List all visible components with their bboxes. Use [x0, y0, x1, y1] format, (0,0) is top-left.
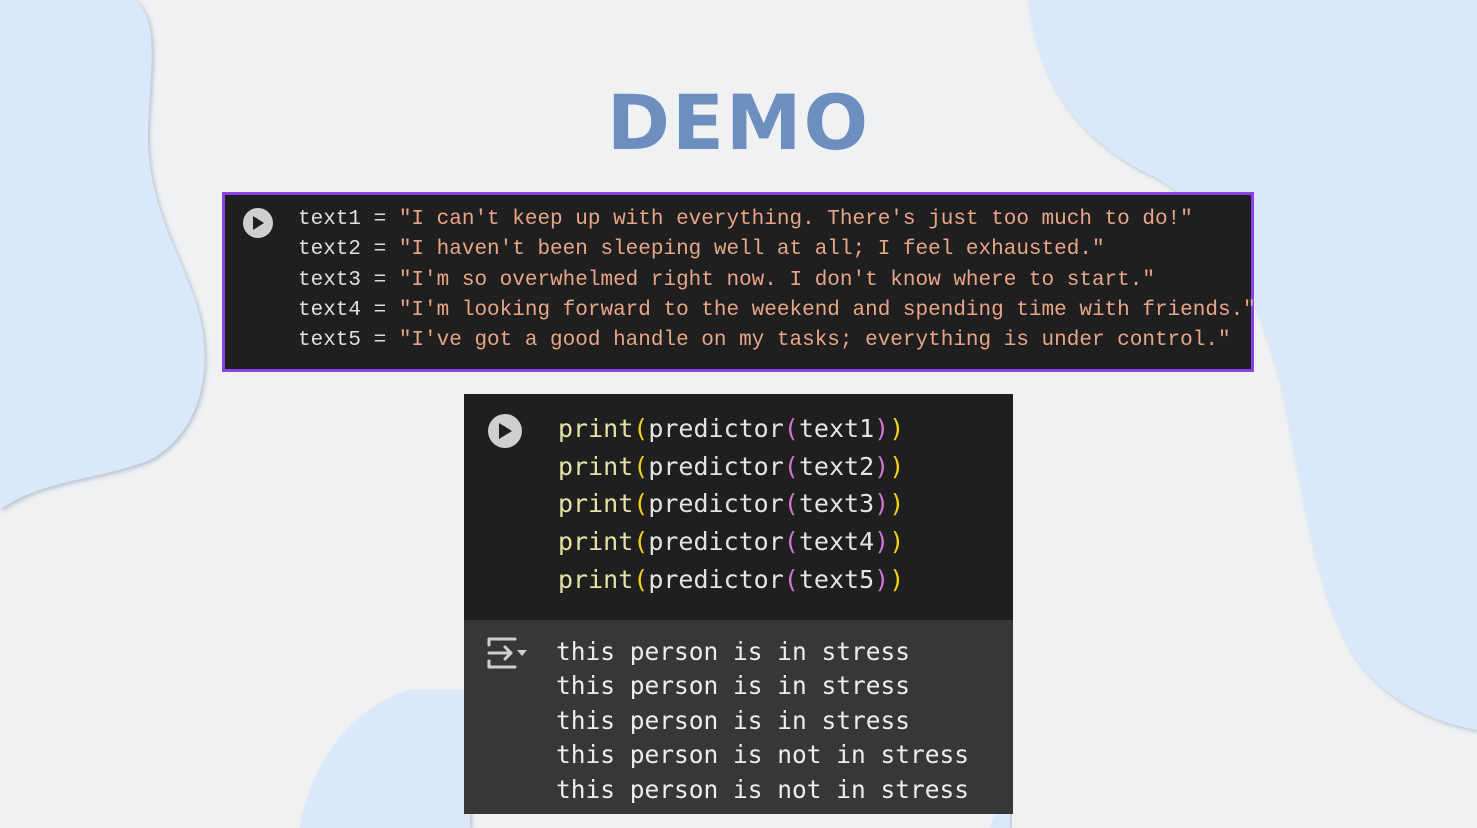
code-line: text5 = "I've got a good handle on my ta… [298, 329, 1231, 353]
input-code[interactable]: text1 = "I can't keep up with everything… [298, 205, 1256, 356]
code-line: print(predictor(text1)) [558, 414, 905, 443]
code-line: print(predictor(text5)) [558, 564, 905, 594]
output-line: this person is in stress [556, 671, 911, 701]
predict-code-cell[interactable]: print(predictor(text1)) print(predictor(t… [464, 394, 1013, 814]
predict-code[interactable]: print(predictor(text1)) print(predictor(t… [558, 410, 904, 599]
play-circle-icon[interactable] [243, 208, 273, 238]
output-line: this person is not in stress [556, 740, 970, 770]
left-blob [0, 0, 205, 510]
output-text: this person is in stress this person is i… [556, 635, 969, 807]
code-line: text3 = "I'm so overwhelmed right now. I… [298, 268, 1155, 292]
output-line: this person is in stress [556, 637, 911, 666]
cell-output: this person is in stress this person is i… [464, 620, 1013, 814]
output-line: this person is in stress [556, 705, 911, 735]
code-line: text1 = "I can't keep up with everything… [298, 208, 1193, 231]
output-toggle-icon[interactable] [486, 635, 530, 676]
code-line: print(predictor(text3)) [558, 489, 905, 519]
output-line: this person is not in stress [556, 774, 970, 804]
slide-title: DEMO [606, 78, 871, 167]
code-line: print(predictor(text2)) [558, 451, 905, 481]
bottom-blob [300, 690, 470, 828]
input-code-cell[interactable]: text1 = "I can't keep up with everything… [222, 192, 1256, 372]
code-line: print(predictor(text4)) [558, 527, 905, 557]
code-line: text2 = "I haven't been sleeping well at… [298, 238, 1105, 262]
play-circle-icon[interactable] [488, 414, 522, 448]
code-line: text4 = "I'm looking forward to the week… [298, 298, 1256, 322]
